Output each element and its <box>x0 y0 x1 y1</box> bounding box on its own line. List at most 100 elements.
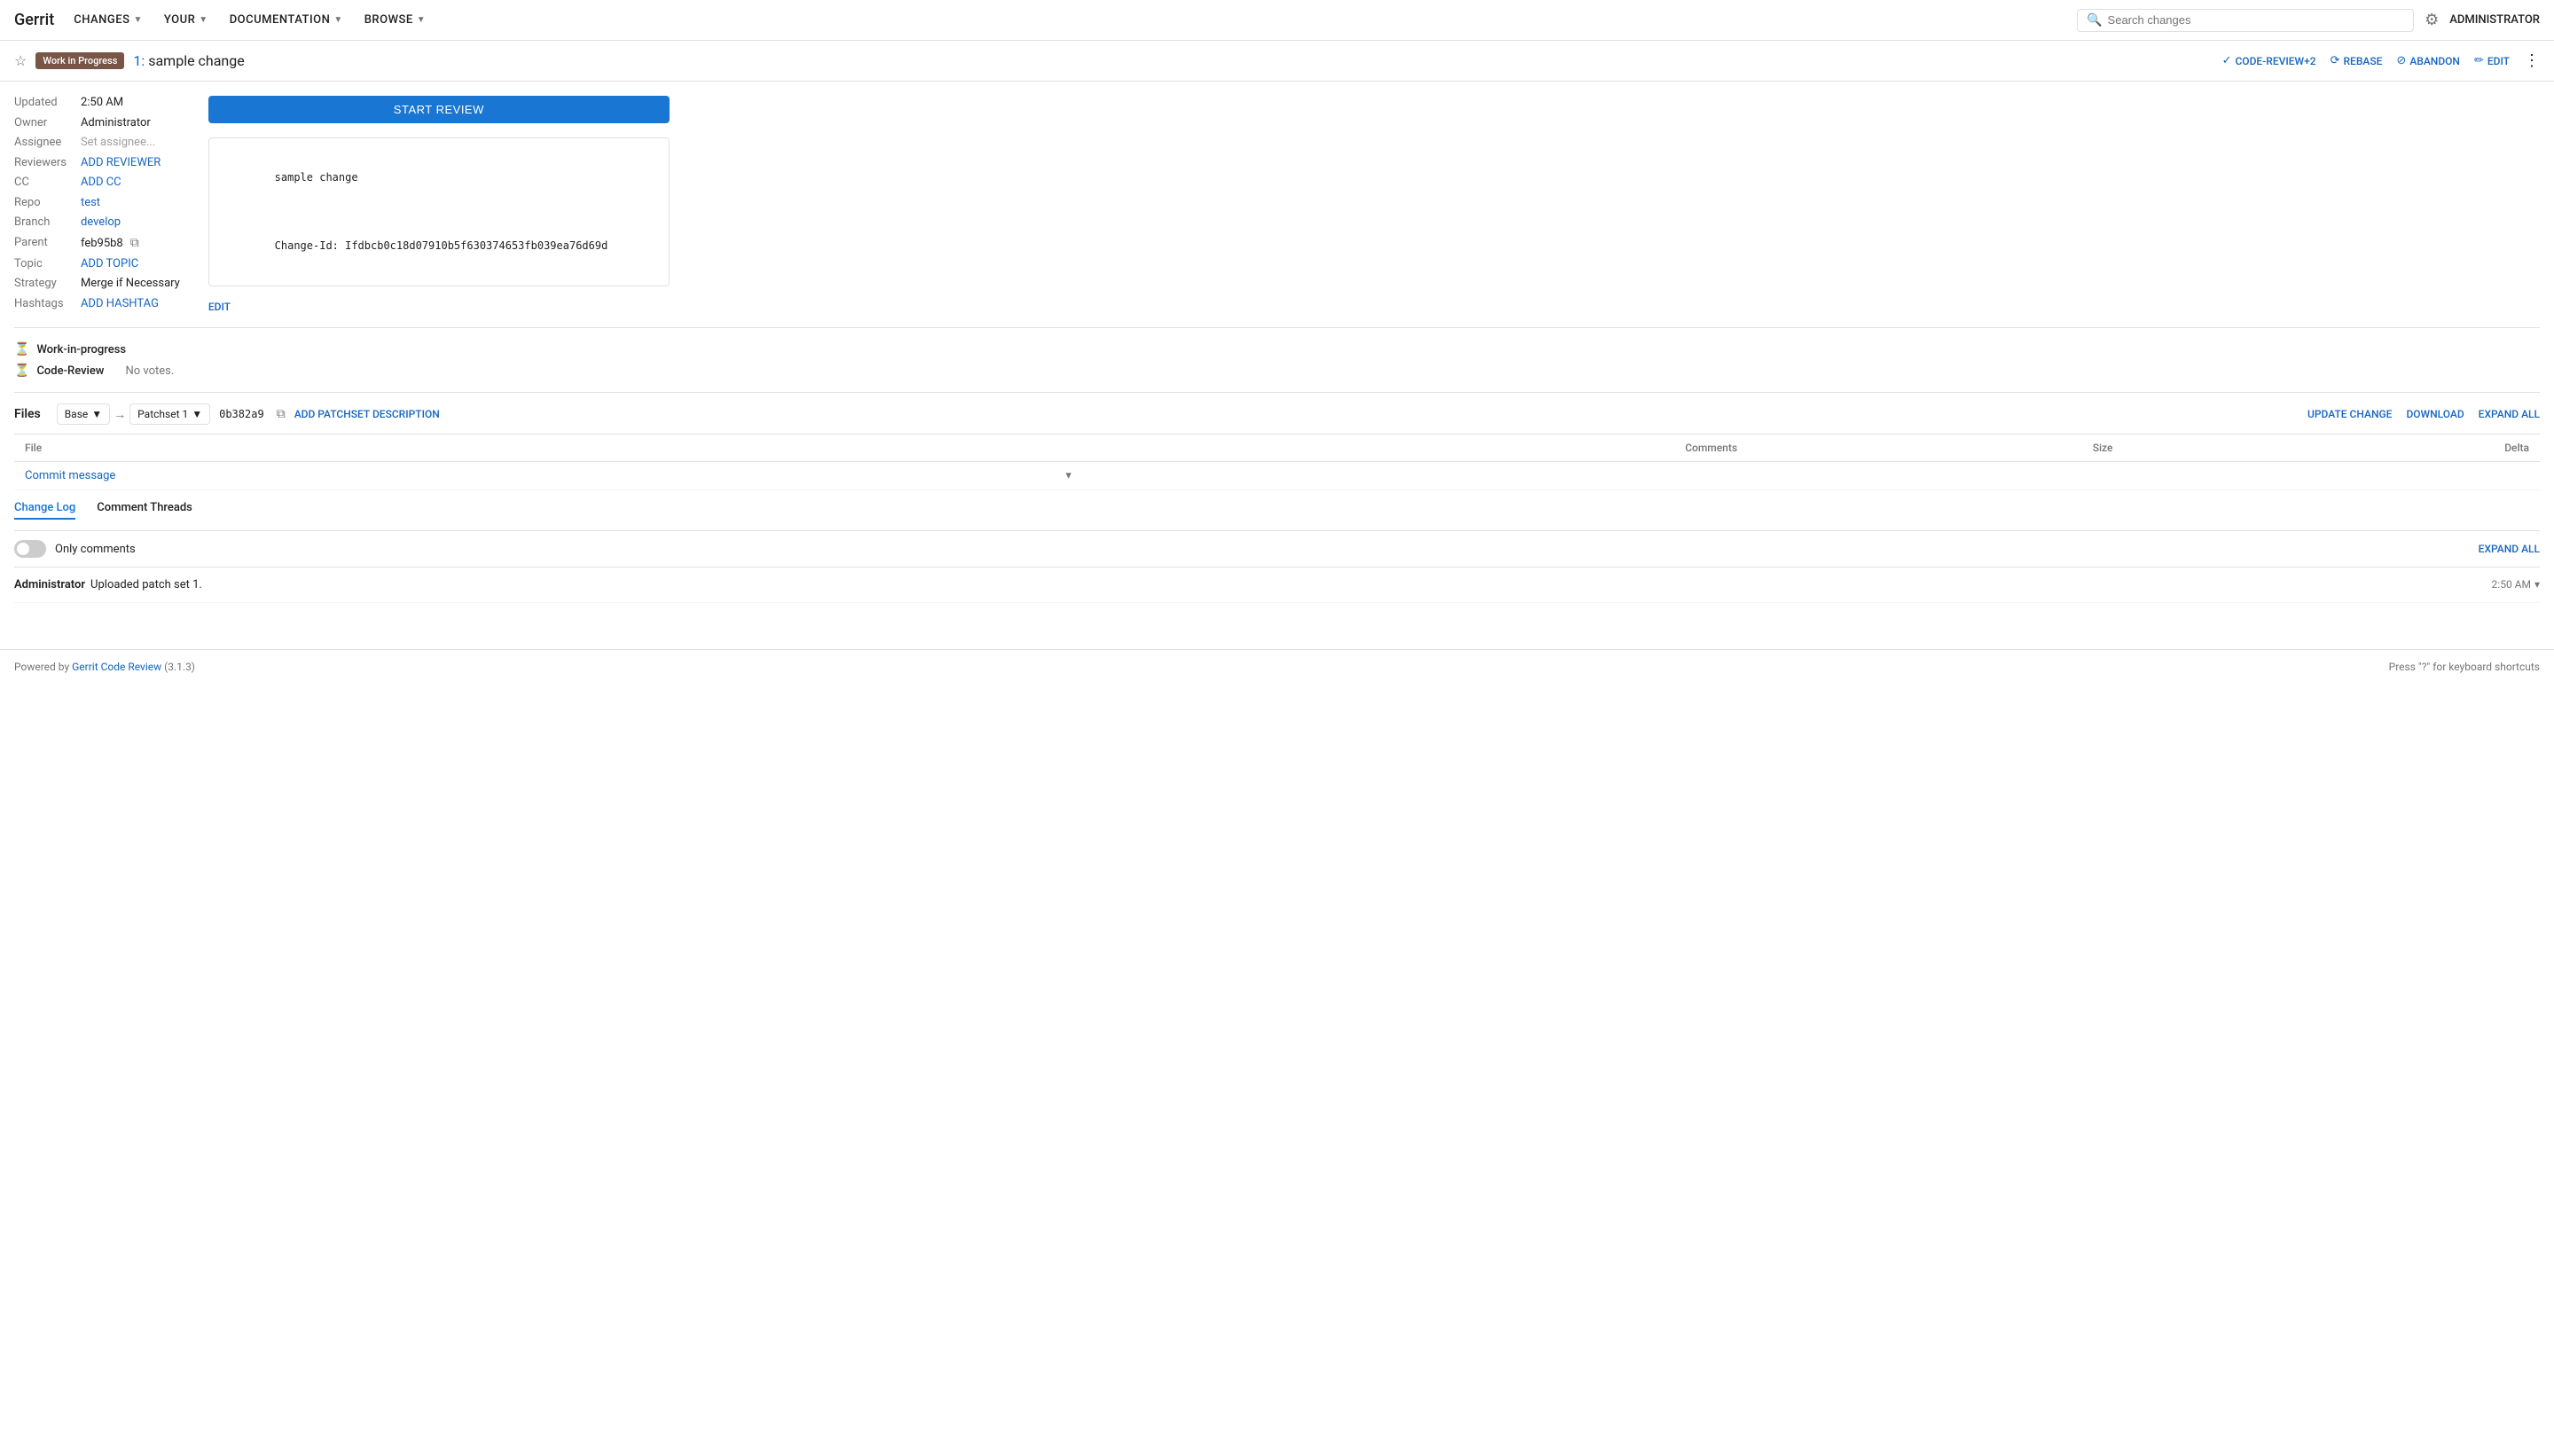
commit-hash: 0b382a9 <box>219 408 264 420</box>
topic-label: Topic <box>14 257 67 270</box>
copy-parent-icon[interactable]: ⧉ <box>130 236 139 250</box>
metadata-section: Updated 2:50 AM Owner Administrator Assi… <box>14 82 2540 327</box>
navbar: Gerrit CHANGES ▼ YOUR ▼ DOCUMENTATION ▼ … <box>0 0 2554 41</box>
patchset-chevron-icon: ▼ <box>192 408 202 420</box>
wip-badge: Work in Progress <box>35 52 124 69</box>
file-cell: Commit message ▾ <box>14 462 1082 490</box>
footer: Powered by Gerrit Code Review (3.1.3) Pr… <box>0 649 2554 684</box>
edit-icon: ✏ <box>2474 54 2484 67</box>
branch-link[interactable]: develop <box>81 215 180 229</box>
files-table: File Comments Size Delta Commit message … <box>14 434 2540 490</box>
log-entry: Administrator Uploaded patch set 1. 2:50… <box>14 568 2540 603</box>
add-reviewer-link[interactable]: ADD REVIEWER <box>81 156 180 169</box>
repo-link[interactable]: test <box>81 196 180 209</box>
branch-label: Branch <box>14 215 67 229</box>
log-message: Uploaded patch set 1. <box>90 578 2492 591</box>
admin-label: ADMINISTRATOR <box>2449 13 2540 27</box>
rebase-icon: ⟳ <box>2331 54 2340 67</box>
file-size-cell <box>1748 462 2123 490</box>
code-review-label-name: Code-Review <box>36 364 104 378</box>
code-review-label-row: ⏳ Code-Review No votes. <box>14 364 2540 378</box>
parent-label: Parent <box>14 236 67 249</box>
assignee-label: Assignee <box>14 136 67 149</box>
arrow-right-icon: → <box>114 407 126 422</box>
files-header-actions: UPDATE CHANGE DOWNLOAD EXPAND ALL <box>2307 408 2540 420</box>
files-section: Files Base ▼ → Patchset 1 ▼ 0b382a9 ⧉ AD… <box>14 392 2540 490</box>
expand-row-icon[interactable]: ▾ <box>1066 469 1072 482</box>
commit-message-link[interactable]: Commit message <box>25 469 115 482</box>
main-content: Updated 2:50 AM Owner Administrator Assi… <box>0 82 2554 614</box>
right-content: START REVIEW sample change Change-Id: If… <box>208 96 670 313</box>
code-review-button[interactable]: ✓ CODE-REVIEW+2 <box>2222 54 2316 67</box>
abandon-button[interactable]: ⊘ ABANDON <box>2396 54 2460 67</box>
change-title: 1: sample change <box>133 52 244 69</box>
expand-all-changelog-button[interactable]: EXPAND ALL <box>2479 543 2540 555</box>
reviewers-label: Reviewers <box>14 156 67 169</box>
edit-commit-msg-link[interactable]: EDIT <box>208 301 670 313</box>
files-table-header-row: File Comments Size Delta <box>14 434 2540 462</box>
star-icon[interactable]: ☆ <box>14 52 27 69</box>
change-number[interactable]: 1: <box>133 52 148 69</box>
tab-change-log[interactable]: Change Log <box>14 501 75 520</box>
rebase-button[interactable]: ⟳ REBASE <box>2331 54 2383 67</box>
table-row: Commit message ▾ <box>14 462 2540 490</box>
parent-value: feb95b8 ⧉ <box>81 236 180 250</box>
changelog-tabs: Change Log Comment Threads <box>14 501 2540 531</box>
only-comments-label: Only comments <box>55 543 136 556</box>
footer-powered-by: Powered by Gerrit Code Review (3.1.3) <box>14 661 195 673</box>
wip-label-row: ⏳ Work-in-progress <box>14 342 2540 356</box>
add-hashtag-link[interactable]: ADD HASHTAG <box>81 297 180 310</box>
settings-icon[interactable]: ⚙ <box>2425 11 2439 29</box>
owner-label: Owner <box>14 116 67 129</box>
copy-hash-icon[interactable]: ⧉ <box>277 407 286 421</box>
download-button[interactable]: DOWNLOAD <box>2406 408 2464 420</box>
add-topic-link[interactable]: ADD TOPIC <box>81 257 180 270</box>
nav-your[interactable]: YOUR ▼ <box>155 0 217 41</box>
only-comments-toggle[interactable] <box>14 540 46 558</box>
search-box[interactable]: 🔍 <box>2077 9 2414 32</box>
only-comments-row: Only comments EXPAND ALL <box>14 531 2540 568</box>
nav-changes[interactable]: CHANGES ▼ <box>65 0 152 41</box>
tab-comment-threads[interactable]: Comment Threads <box>97 501 192 520</box>
cc-label: CC <box>14 176 67 189</box>
updated-value: 2:50 AM <box>81 96 180 109</box>
app-logo: Gerrit <box>14 11 54 29</box>
metadata-table: Updated 2:50 AM Owner Administrator Assi… <box>14 96 180 313</box>
log-time: 2:50 AM ▾ <box>2492 578 2540 591</box>
log-author: Administrator <box>14 578 85 591</box>
log-expand-icon[interactable]: ▾ <box>2534 578 2540 591</box>
update-change-button[interactable]: UPDATE CHANGE <box>2307 408 2392 420</box>
code-review-hourglass-icon: ⏳ <box>14 364 29 378</box>
add-patchset-desc-button[interactable]: ADD PATCHSET DESCRIPTION <box>294 408 440 420</box>
nav-browse[interactable]: BROWSE ▼ <box>356 0 435 41</box>
more-actions-button[interactable]: ⋮ <box>2524 51 2540 70</box>
file-comments-cell <box>1082 462 1748 490</box>
changelog-section: Change Log Comment Threads Only comments… <box>14 490 2540 614</box>
base-chevron-icon: ▼ <box>91 408 102 420</box>
gerrit-link[interactable]: Gerrit Code Review <box>72 661 161 673</box>
expand-all-files-button[interactable]: EXPAND ALL <box>2479 408 2540 420</box>
change-header: ☆ Work in Progress 1: sample change ✓ CO… <box>0 41 2554 82</box>
code-review-votes: No votes. <box>125 364 174 378</box>
search-input[interactable] <box>2108 13 2405 27</box>
header-actions: ✓ CODE-REVIEW+2 ⟳ REBASE ⊘ ABANDON ✏ EDI… <box>2222 51 2540 70</box>
hashtags-label: Hashtags <box>14 297 67 310</box>
nav-documentation-arrow: ▼ <box>333 15 342 25</box>
keyboard-shortcuts-hint: Press "?" for keyboard shortcuts <box>2389 661 2540 673</box>
owner-value: Administrator <box>81 116 180 129</box>
commit-message-box: sample change Change-Id: Ifdbcb0c18d0791… <box>208 137 670 286</box>
start-review-button[interactable]: START REVIEW <box>208 96 670 123</box>
base-select[interactable]: Base ▼ <box>57 403 110 425</box>
patchset-select[interactable]: Patchset 1 ▼ <box>129 403 210 425</box>
file-column-header: File <box>14 434 1082 462</box>
files-title: Files <box>14 407 41 421</box>
edit-button[interactable]: ✏ EDIT <box>2474 54 2510 67</box>
nav-your-arrow: ▼ <box>199 15 208 25</box>
comments-column-header: Comments <box>1082 434 1748 462</box>
wip-hourglass-icon: ⏳ <box>14 342 29 356</box>
nav-changes-arrow: ▼ <box>133 15 142 25</box>
nav-documentation[interactable]: DOCUMENTATION ▼ <box>221 0 352 41</box>
set-assignee-link[interactable]: Set assignee... <box>81 136 180 149</box>
files-header: Files Base ▼ → Patchset 1 ▼ 0b382a9 ⧉ AD… <box>14 403 2540 434</box>
add-cc-link[interactable]: ADD CC <box>81 176 180 189</box>
